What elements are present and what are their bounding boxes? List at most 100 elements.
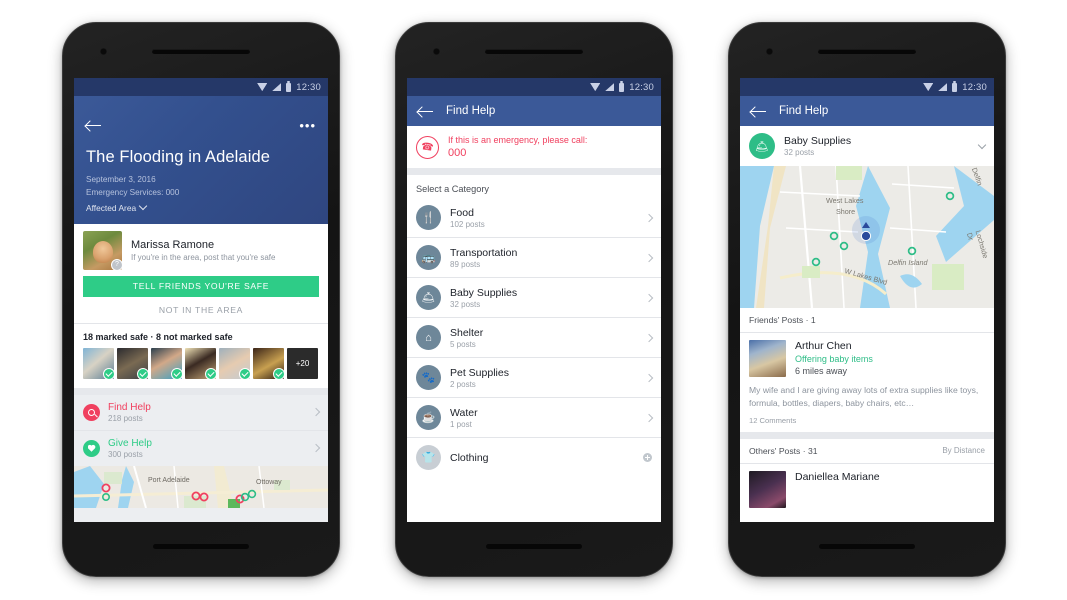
phone1-screen: 12:30 ••• The Flooding in Adelaide Septe… bbox=[74, 78, 328, 522]
wifi-icon bbox=[923, 83, 934, 91]
bus-icon: 🚌 bbox=[416, 245, 441, 270]
heart-icon bbox=[83, 439, 100, 457]
safe-check-icon bbox=[205, 367, 216, 379]
friend-face[interactable] bbox=[151, 347, 182, 379]
back-arrow-icon[interactable] bbox=[418, 105, 433, 118]
app-bar-title: Find Help bbox=[779, 105, 829, 117]
status-time: 12:30 bbox=[629, 81, 654, 93]
friend-face[interactable] bbox=[83, 347, 114, 379]
add-category-button[interactable] bbox=[643, 453, 652, 462]
chevron-right-icon bbox=[644, 253, 654, 262]
signal-icon bbox=[605, 83, 615, 91]
emergency-call-banner[interactable]: ☎ If this is an emergency, please call: … bbox=[407, 126, 661, 168]
not-in-the-area-button[interactable]: NOT IN THE AREA bbox=[74, 297, 328, 323]
post-comments[interactable]: 12 Comments bbox=[740, 410, 994, 432]
friend-face[interactable] bbox=[253, 347, 284, 379]
crisis-date: September 3, 2016 bbox=[86, 175, 156, 184]
affected-area-label: Affected Area bbox=[86, 202, 137, 213]
category-posts: 5 posts bbox=[450, 339, 476, 349]
chevron-right-icon bbox=[311, 408, 321, 417]
safe-check-icon bbox=[137, 367, 148, 379]
category-row-water[interactable]: ☕ Water 1 post bbox=[407, 398, 661, 437]
crisis-mini-map[interactable]: Port Adelaide Ottoway bbox=[74, 465, 328, 508]
category-label: Clothing bbox=[450, 451, 489, 464]
sort-by-distance[interactable]: By Distance bbox=[942, 446, 985, 455]
posts-map[interactable]: West Lakes Shore Delfin Island W Lakes B… bbox=[740, 166, 994, 308]
friend-post[interactable]: Arthur Chen Offering baby items 6 miles … bbox=[740, 333, 994, 382]
chevron-right-icon bbox=[644, 413, 654, 422]
app-bar: ••• bbox=[86, 114, 316, 136]
category-row-food[interactable]: 🍴 Food 102 posts bbox=[407, 198, 661, 237]
category-row-baby-supplies[interactable]: 🛎 Baby Supplies 32 posts bbox=[407, 278, 661, 317]
post-offer: Offering baby items bbox=[795, 354, 873, 364]
map-graphic bbox=[74, 465, 328, 508]
give-help-row[interactable]: Give Help 300 posts bbox=[74, 431, 328, 466]
map-label: Shore bbox=[836, 207, 856, 216]
cup-icon: ☕ bbox=[416, 405, 441, 430]
page-title: The Flooding in Adelaide bbox=[86, 148, 271, 166]
overflow-menu-icon[interactable]: ••• bbox=[299, 119, 316, 132]
give-help-label: Give Help bbox=[108, 437, 152, 449]
selected-category-bar[interactable]: 🛎 Baby Supplies 32 posts bbox=[740, 126, 994, 166]
post-thumbnail bbox=[749, 340, 786, 377]
tell-friends-safe-button[interactable]: TELL FRIENDS YOU'RE SAFE bbox=[83, 275, 319, 297]
friend-faces-row: +20 bbox=[74, 347, 328, 388]
safe-check-icon bbox=[171, 367, 182, 379]
status-bar: 12:30 bbox=[407, 78, 661, 96]
others-posts-header: Others' Posts · 31 By Distance bbox=[740, 438, 994, 463]
affected-area-dropdown[interactable]: Affected Area bbox=[86, 202, 316, 213]
category-row-transportation[interactable]: 🚌 Transportation 89 posts bbox=[407, 238, 661, 277]
category-posts: 32 posts bbox=[450, 299, 481, 309]
section-gap bbox=[74, 387, 328, 395]
more-friends-tile[interactable]: +20 bbox=[287, 347, 318, 379]
find-help-row[interactable]: Find Help 218 posts bbox=[74, 395, 328, 430]
wifi-icon bbox=[257, 83, 268, 91]
section-gap bbox=[407, 168, 661, 175]
post-author: Arthur Chen bbox=[795, 340, 852, 352]
safe-check-icon bbox=[273, 367, 284, 379]
signal-icon bbox=[938, 83, 948, 91]
phone-crisis-overview: 12:30 ••• The Flooding in Adelaide Septe… bbox=[62, 22, 340, 577]
category-row-pet-supplies[interactable]: 🐾 Pet Supplies 2 posts bbox=[407, 358, 661, 397]
category-posts: 102 posts bbox=[450, 219, 485, 229]
map-label: Delfin Island bbox=[888, 258, 928, 267]
back-arrow-icon[interactable] bbox=[86, 119, 101, 132]
map-graphic bbox=[740, 166, 994, 308]
user-row: ? Marissa Ramone If you're in the area, … bbox=[74, 224, 328, 276]
phone-find-help-categories: 12:30 Find Help ☎ If this is an emergenc… bbox=[395, 22, 673, 577]
other-post[interactable]: Daniellea Mariane bbox=[740, 463, 994, 513]
category-row-clothing[interactable]: 👕 Clothing bbox=[407, 438, 661, 477]
stroller-icon: 🛎 bbox=[749, 133, 775, 159]
category-row-shelter[interactable]: ⌂ Shelter 5 posts bbox=[407, 318, 661, 357]
chevron-down-icon bbox=[138, 202, 148, 211]
back-arrow-icon[interactable] bbox=[751, 105, 766, 118]
friend-face[interactable] bbox=[219, 347, 250, 379]
crisis-hero: ••• The Flooding in Adelaide September 3… bbox=[74, 96, 328, 224]
phone2-screen: 12:30 Find Help ☎ If this is an emergenc… bbox=[407, 78, 661, 522]
friends-posts-header: Friends' Posts · 1 bbox=[740, 308, 994, 332]
bottom-speaker-icon bbox=[819, 544, 915, 549]
safe-summary-card: 18 marked safe · 8 not marked safe +20 bbox=[74, 323, 328, 388]
safe-check-icon bbox=[239, 367, 250, 379]
chevron-right-icon bbox=[644, 373, 654, 382]
category-posts: 2 posts bbox=[450, 379, 476, 389]
category-posts: 1 post bbox=[450, 419, 472, 429]
status-time: 12:30 bbox=[296, 81, 321, 93]
avatar: ? bbox=[83, 230, 122, 270]
category-label: Shelter bbox=[450, 326, 484, 339]
chevron-down-icon[interactable] bbox=[977, 140, 987, 149]
user-prompt: If you're in the area, post that you're … bbox=[131, 252, 276, 262]
front-camera-icon bbox=[766, 48, 773, 55]
find-help-label: Find Help bbox=[108, 401, 151, 413]
phone3-screen: 12:30 Find Help 🛎 Baby Supplies 32 posts bbox=[740, 78, 994, 522]
friend-face[interactable] bbox=[117, 347, 148, 379]
front-camera-icon bbox=[433, 48, 440, 55]
emergency-number: 000 bbox=[448, 147, 467, 159]
shirt-icon: 👕 bbox=[416, 445, 441, 470]
map-label: Port Adelaide bbox=[148, 476, 190, 484]
friends-posts-label: Friends' Posts · 1 bbox=[749, 315, 816, 325]
select-category-header: Select a Category bbox=[416, 184, 490, 194]
friend-face[interactable] bbox=[185, 347, 216, 379]
bottom-speaker-icon bbox=[486, 544, 582, 549]
user-name: Marissa Ramone bbox=[131, 238, 215, 251]
